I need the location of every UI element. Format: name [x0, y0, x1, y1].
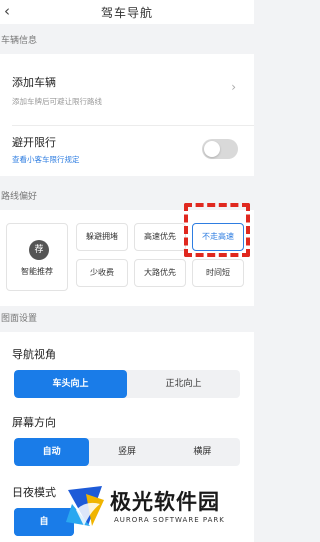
orientation-segmented: 自动 竖屏 横屏 [14, 438, 240, 466]
watermark-name: 极光软件园 [110, 490, 220, 514]
smart-recommend-button[interactable]: 荐 智能推荐 [6, 223, 68, 291]
pref-avoid-congestion[interactable]: 躲避拥堵 [76, 223, 128, 251]
avoid-restriction-toggle[interactable] [202, 139, 238, 159]
avoid-restriction-title: 避开限行 [12, 136, 56, 149]
page-title: 驾车导航 [100, 5, 153, 20]
pref-main-road-first[interactable]: 大路优先 [134, 259, 186, 287]
watermark: 极光软件园 AURORA SOFTWARE PARK [60, 478, 254, 542]
view-angle-segmented: 车头向上 正北向上 [14, 370, 240, 398]
view-angle-title: 导航视角 [12, 348, 56, 361]
orientation-auto[interactable]: 自动 [14, 438, 90, 466]
divider [12, 125, 254, 126]
section-header-display: 图面设置 [1, 314, 38, 324]
view-angle-heading-up[interactable]: 车头向上 [14, 370, 127, 398]
view-angle-north-up[interactable]: 正北向上 [127, 370, 240, 398]
pref-less-toll[interactable]: 少收费 [76, 259, 128, 287]
highlight-frame [184, 203, 250, 257]
orientation-title: 屏幕方向 [12, 416, 56, 429]
section-header-vehicle: 车辆信息 [1, 36, 38, 46]
pref-shortest-time[interactable]: 时间短 [192, 259, 244, 287]
day-night-title: 日夜模式 [12, 486, 56, 499]
pref-highway-first[interactable]: 高速优先 [134, 223, 186, 251]
watermark-english: AURORA SOFTWARE PARK [114, 516, 225, 524]
add-vehicle-subtitle: 添加车牌后可避让限行路线 [12, 97, 102, 106]
restriction-rules-link[interactable]: 查看小客车限行规定 [12, 154, 80, 165]
add-vehicle-title: 添加车辆 [12, 76, 56, 89]
toggle-knob [204, 141, 220, 157]
vehicle-card: 添加车辆 添加车牌后可避让限行路线 › 避开限行 查看小客车限行规定 [0, 54, 254, 176]
aurora-logo-icon [66, 486, 104, 526]
chevron-right-icon: › [231, 80, 236, 94]
add-vehicle-row[interactable]: 添加车辆 添加车牌后可避让限行路线 › [0, 54, 254, 124]
orientation-portrait[interactable]: 竖屏 [89, 438, 164, 466]
recommend-icon: 荐 [29, 240, 49, 260]
top-bar: ‹ 驾车导航 [0, 0, 254, 24]
smart-recommend-label: 智能推荐 [21, 267, 53, 276]
back-arrow-icon[interactable]: ‹ [4, 2, 10, 20]
orientation-landscape[interactable]: 横屏 [165, 438, 240, 466]
